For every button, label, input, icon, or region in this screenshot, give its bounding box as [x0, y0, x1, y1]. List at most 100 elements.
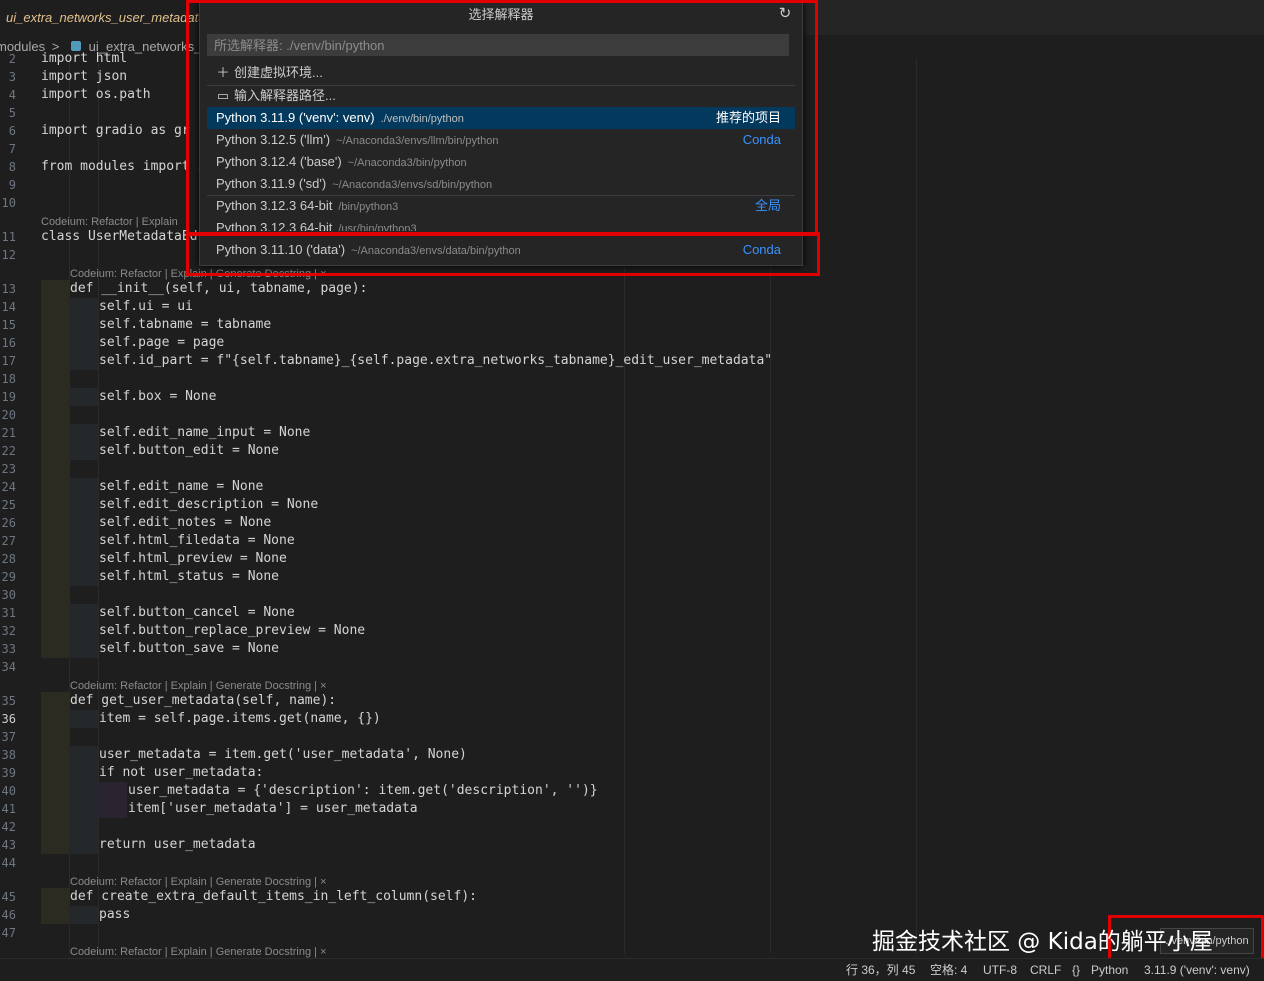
interpreter-path: /bin/python3	[338, 201, 399, 213]
indent-marker	[41, 782, 69, 800]
status-language[interactable]: Python	[1091, 959, 1128, 981]
line-number: 3	[8, 70, 16, 84]
code-line[interactable]: 26 self.edit_notes = None	[0, 514, 1264, 532]
code-line[interactable]: 13 def __init__(self, ui, tabname, page):	[0, 280, 1264, 298]
line-number: 24	[1, 480, 16, 494]
code-line[interactable]: 40 user_metadata = {'description': item.g…	[0, 782, 1264, 800]
code-text: import os.path	[41, 87, 151, 102]
line-number: 14	[1, 300, 16, 314]
code-text: self.button_edit = None	[99, 443, 280, 458]
code-line[interactable]: 28 self.html_preview = None	[0, 550, 1264, 568]
code-line[interactable]: 30	[0, 586, 1264, 604]
indent-marker	[69, 818, 98, 836]
code-line[interactable]: 16 self.page = page	[0, 334, 1264, 352]
editor-tab[interactable]: ui_extra_networks_user_metadata.py	[0, 0, 205, 35]
interpreter-path: ~/Anaconda3/envs/data/bin/python	[351, 245, 521, 257]
indent-marker	[69, 604, 98, 622]
code-line[interactable]: 39 if not user_metadata:	[0, 764, 1264, 782]
code-line[interactable]: 45 def create_extra_default_items_in_left…	[0, 888, 1264, 906]
code-line[interactable]: 42	[0, 818, 1264, 836]
code-line[interactable]: 32 self.button_replace_preview = None	[0, 622, 1264, 640]
indent-marker	[69, 568, 98, 586]
code-line[interactable]: 14 self.ui = ui	[0, 298, 1264, 316]
status-position[interactable]: 行 36，列 45	[846, 959, 915, 981]
line-number: 16	[1, 336, 16, 350]
code-line[interactable]: 44	[0, 854, 1264, 872]
picker-title: 选择解释器	[468, 7, 534, 22]
code-line[interactable]: 23	[0, 460, 1264, 478]
code-line[interactable]: 20	[0, 406, 1264, 424]
status-encoding[interactable]: UTF-8	[983, 959, 1017, 981]
interpreter-name: Python 3.12.4 ('base')	[216, 154, 342, 169]
code-line[interactable]: 37	[0, 728, 1264, 746]
code-line[interactable]: 22 self.button_edit = None	[0, 442, 1264, 460]
status-spaces[interactable]: 空格: 4	[930, 959, 967, 981]
enter-path-item[interactable]: ▭ 输入解释器路径...	[207, 85, 795, 107]
interpreter-item-venv[interactable]: Python 3.11.9 ('venv': venv) ./venv/bin/p…	[207, 107, 795, 129]
code-line[interactable]: 24 self.edit_name = None	[0, 478, 1264, 496]
create-venv-item[interactable]: ＋ 创建虚拟环境...	[207, 62, 795, 84]
status-eol[interactable]: CRLF	[1030, 959, 1061, 981]
code-line[interactable]: 34	[0, 658, 1264, 676]
code-line[interactable]: 31 self.button_cancel = None	[0, 604, 1264, 622]
code-line[interactable]: 18	[0, 370, 1264, 388]
code-text: self.id_part = f"{self.tabname}_{self.pa…	[99, 353, 773, 368]
interpreter-name: Python 3.11.10 ('data')	[216, 242, 346, 257]
indent-marker	[41, 334, 69, 352]
code-line[interactable]: 27 self.html_filedata = None	[0, 532, 1264, 550]
indent-marker	[69, 334, 98, 352]
indent-marker	[69, 442, 98, 460]
code-text: self.box = None	[99, 389, 217, 404]
code-text: item['user_metadata'] = user_metadata	[128, 801, 418, 816]
indent-marker	[69, 906, 98, 924]
interpreter-item-sd[interactable]: Python 3.11.9 ('sd') ~/Anaconda3/envs/sd/…	[207, 173, 795, 195]
line-number: 20	[1, 408, 16, 422]
code-line[interactable]: 21 self.edit_name_input = None	[0, 424, 1264, 442]
interpreter-badge: Conda	[742, 242, 781, 257]
code-line[interactable]: 19 self.box = None	[0, 388, 1264, 406]
line-number: 36	[1, 712, 16, 726]
indent-marker	[69, 836, 98, 854]
indent-marker	[41, 424, 69, 442]
line-number: 12	[1, 248, 16, 262]
folder-icon: ▭	[216, 88, 230, 103]
code-line[interactable]: 25 self.edit_description = None	[0, 496, 1264, 514]
code-line[interactable]: 38 user_metadata = item.get('user_metadat…	[0, 746, 1264, 764]
code-line[interactable]: 43 return user_metadata	[0, 836, 1264, 854]
indent-marker	[69, 388, 98, 406]
interpreter-item-usr[interactable]: Python 3.12.3 64-bit/usr/bin/python3	[207, 217, 795, 231]
line-number: 7	[8, 142, 16, 156]
status-braces[interactable]: {}	[1072, 959, 1080, 981]
status-interpreter[interactable]: 3.11.9 ('venv': venv)	[1144, 959, 1250, 981]
indent-marker	[41, 692, 69, 710]
interpreter-item-global[interactable]: Python 3.12.3 64-bit/bin/python3 全局	[207, 195, 795, 217]
code-text: def create_extra_default_items_in_left_c…	[70, 889, 477, 904]
code-text: self.edit_description = None	[99, 497, 319, 512]
code-text: class UserMetadataEd	[41, 229, 198, 244]
code-line[interactable]: 15 self.tabname = tabname	[0, 316, 1264, 334]
interpreter-badge: Conda	[742, 132, 781, 147]
indent-marker	[41, 568, 69, 586]
indent-marker	[41, 550, 69, 568]
interpreter-item-base[interactable]: Python 3.12.4 ('base') ~/Anaconda3/bin/py…	[207, 151, 795, 173]
code-line[interactable]: 36 item = self.page.items.get(name, {})	[0, 710, 1264, 728]
code-line[interactable]: 17 self.id_part = f"{self.tabname}_{self.…	[0, 352, 1264, 370]
interpreter-item-llm[interactable]: Python 3.12.5 ('llm') ~/Anaconda3/envs/ll…	[207, 129, 795, 151]
line-number: 44	[1, 856, 16, 870]
code-text: self.page = page	[99, 335, 225, 350]
interpreter-item-data[interactable]: Python 3.11.10 ('data') ~/Anaconda3/envs/…	[207, 239, 795, 261]
plus-icon: ＋	[216, 65, 230, 80]
code-text: self.html_filedata = None	[99, 533, 295, 548]
interpreter-name: Python 3.12.5 ('llm')	[216, 132, 331, 147]
refresh-icon[interactable]: ↻	[776, 5, 794, 23]
indent-marker	[41, 604, 69, 622]
code-line[interactable]: 35 def get_user_metadata(self, name):	[0, 692, 1264, 710]
line-number: 10	[1, 196, 16, 210]
interpreter-filter-input[interactable]: 所选解释器: ./venv/bin/python	[207, 34, 789, 56]
code-text: self.button_save = None	[99, 641, 280, 656]
code-line[interactable]: 29 self.html_status = None	[0, 568, 1264, 586]
code-line[interactable]: 41 item['user_metadata'] = user_metadata	[0, 800, 1264, 818]
line-number: 5	[8, 106, 16, 120]
code-line[interactable]: 33 self.button_save = None	[0, 640, 1264, 658]
line-number: 37	[1, 730, 16, 744]
